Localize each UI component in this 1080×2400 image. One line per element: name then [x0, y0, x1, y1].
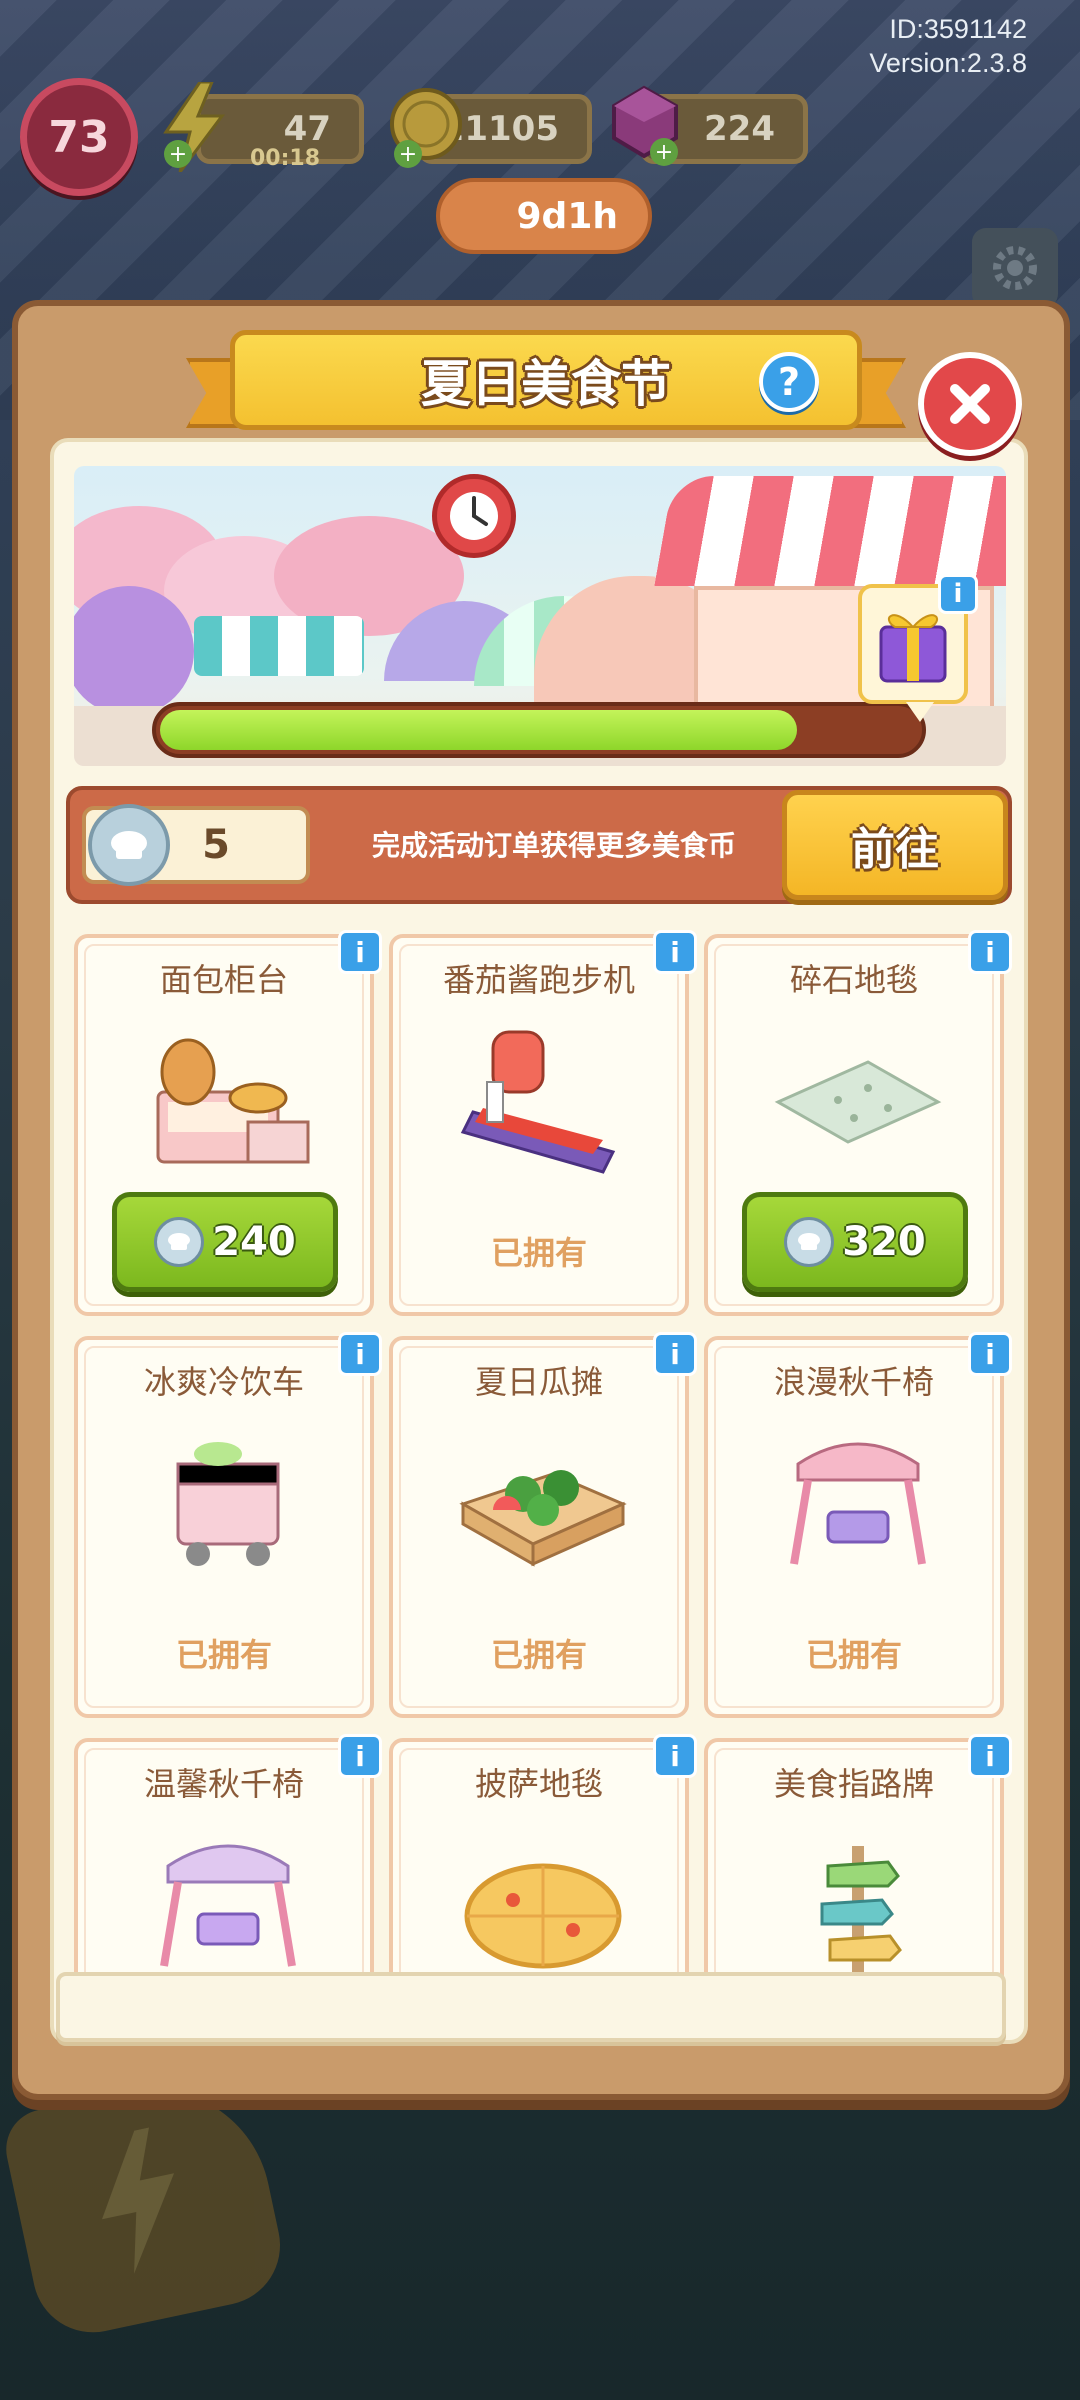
- owned-label: 已拥有: [490, 1636, 587, 1674]
- item-name: 浪漫秋千椅: [773, 1363, 934, 1401]
- item-price: 240: [212, 1219, 296, 1265]
- settings-button[interactable]: [972, 228, 1058, 308]
- event-timer-value: 9d1h: [516, 195, 619, 237]
- gravel-carpet-image: [774, 1060, 942, 1144]
- clock-icon: [432, 474, 516, 558]
- info-icon[interactable]: i: [968, 930, 1012, 974]
- food-coin-icon: [88, 804, 170, 886]
- item-card-watermelon-stall[interactable]: 夏日瓜摊 i 已拥有: [389, 1332, 697, 1718]
- event-progress-fill: [160, 710, 797, 750]
- level-badge[interactable]: 73: [20, 78, 138, 196]
- reward-chest-button[interactable]: i: [858, 574, 978, 722]
- owned-label: 已拥有: [175, 1636, 272, 1674]
- energy-value: 47: [283, 109, 331, 149]
- svg-text:+: +: [655, 140, 673, 165]
- item-price: 320: [842, 1219, 926, 1265]
- bread-counter-image: [156, 1038, 310, 1164]
- player-id-text: ID:3591142: [889, 14, 1027, 44]
- food-coin-icon: [784, 1217, 835, 1267]
- item-name: 冰爽冷饮车: [143, 1363, 304, 1401]
- item-card-pizza-carpet[interactable]: 披萨地毯 i: [389, 1734, 697, 1976]
- food-coin-icon: [154, 1217, 205, 1267]
- svg-text:+: +: [399, 142, 417, 167]
- gem-icon: +: [612, 85, 678, 166]
- item-card-cozy-swing[interactable]: 温馨秋千椅 i: [74, 1734, 382, 1976]
- event-progress-bar: [152, 702, 926, 758]
- modal-title: 夏日美食节: [421, 355, 671, 413]
- info-icon[interactable]: i: [968, 1734, 1012, 1778]
- reward-info-icon[interactable]: i: [938, 574, 978, 614]
- item-card-food-signpost[interactable]: 美食指路牌 i: [704, 1734, 1012, 1976]
- owned-label: 已拥有: [805, 1636, 902, 1674]
- item-name: 温馨秋千椅: [143, 1765, 304, 1803]
- info-icon[interactable]: i: [968, 1332, 1012, 1376]
- gold-coin-icon: +: [390, 88, 462, 168]
- gem-value: 224: [704, 109, 775, 149]
- grid-bottom-shelf: [56, 1972, 1006, 2042]
- item-name: 夏日瓜摊: [474, 1363, 603, 1401]
- ketchup-treadmill-image: [460, 1030, 616, 1174]
- item-name: 美食指路牌: [773, 1765, 934, 1803]
- romantic-swing-image: [790, 1442, 926, 1565]
- energy-timer: 00:18: [250, 146, 321, 171]
- cold-drink-cart-image: [176, 1442, 280, 1566]
- energy-bolt-icon: +: [163, 82, 225, 172]
- go-button-label: 前往: [851, 824, 939, 875]
- gear-icon: [993, 246, 1037, 290]
- close-button[interactable]: [918, 352, 1022, 456]
- item-grid: 面包柜台 i 240 番茄酱跑步机 i 已拥有 碎石地毯 i 320 冰爽冷饮车…: [66, 930, 1012, 1976]
- info-icon[interactable]: i: [653, 930, 697, 974]
- go-button[interactable]: 前往: [782, 790, 1008, 900]
- item-name: 碎石地毯: [789, 961, 918, 999]
- event-coin-value: 5: [202, 822, 230, 868]
- cozy-swing-image: [160, 1844, 296, 1967]
- gift-box-icon: [879, 614, 947, 683]
- player-id-info: ID:3591142 Version:2.3.8: [727, 12, 1027, 80]
- item-card-ketchup-treadmill[interactable]: 番茄酱跑步机 i 已拥有: [389, 930, 697, 1316]
- item-card-bread-counter[interactable]: 面包柜台 i 240: [74, 930, 382, 1316]
- info-icon[interactable]: i: [653, 1332, 697, 1376]
- version-text: Version:2.3.8: [869, 48, 1027, 78]
- pizza-carpet-image: [464, 1863, 622, 1969]
- info-icon[interactable]: i: [338, 930, 382, 974]
- svg-text:+: +: [169, 142, 187, 167]
- info-icon[interactable]: i: [653, 1734, 697, 1778]
- title-ribbon: 夏日美食节 ?: [186, 330, 906, 442]
- info-icon[interactable]: i: [338, 1332, 382, 1376]
- close-icon: [950, 384, 990, 424]
- info-icon[interactable]: i: [338, 1734, 382, 1778]
- item-name: 番茄酱跑步机: [442, 961, 635, 999]
- item-card-gravel-carpet[interactable]: 碎石地毯 i 320: [704, 930, 1012, 1316]
- level-value: 73: [48, 111, 110, 163]
- item-name: 面包柜台: [159, 961, 288, 999]
- lightning-icon: [102, 2127, 175, 2274]
- item-card-romantic-swing[interactable]: 浪漫秋千椅 i 已拥有: [704, 1332, 1012, 1718]
- watermelon-stall-image: [459, 1470, 627, 1567]
- event-coin-description: 完成活动订单获得更多美食币: [371, 829, 736, 862]
- item-card-cold-drink-cart[interactable]: 冰爽冷饮车 i 已拥有: [74, 1332, 382, 1718]
- food-signpost-image: [820, 1846, 902, 1976]
- event-timer: 9d1h: [436, 178, 652, 254]
- item-name: 披萨地毯: [474, 1765, 603, 1803]
- owned-label: 已拥有: [490, 1234, 587, 1272]
- buy-button[interactable]: 320: [742, 1192, 968, 1292]
- buy-button[interactable]: 240: [112, 1192, 338, 1292]
- help-button[interactable]: ?: [759, 352, 819, 412]
